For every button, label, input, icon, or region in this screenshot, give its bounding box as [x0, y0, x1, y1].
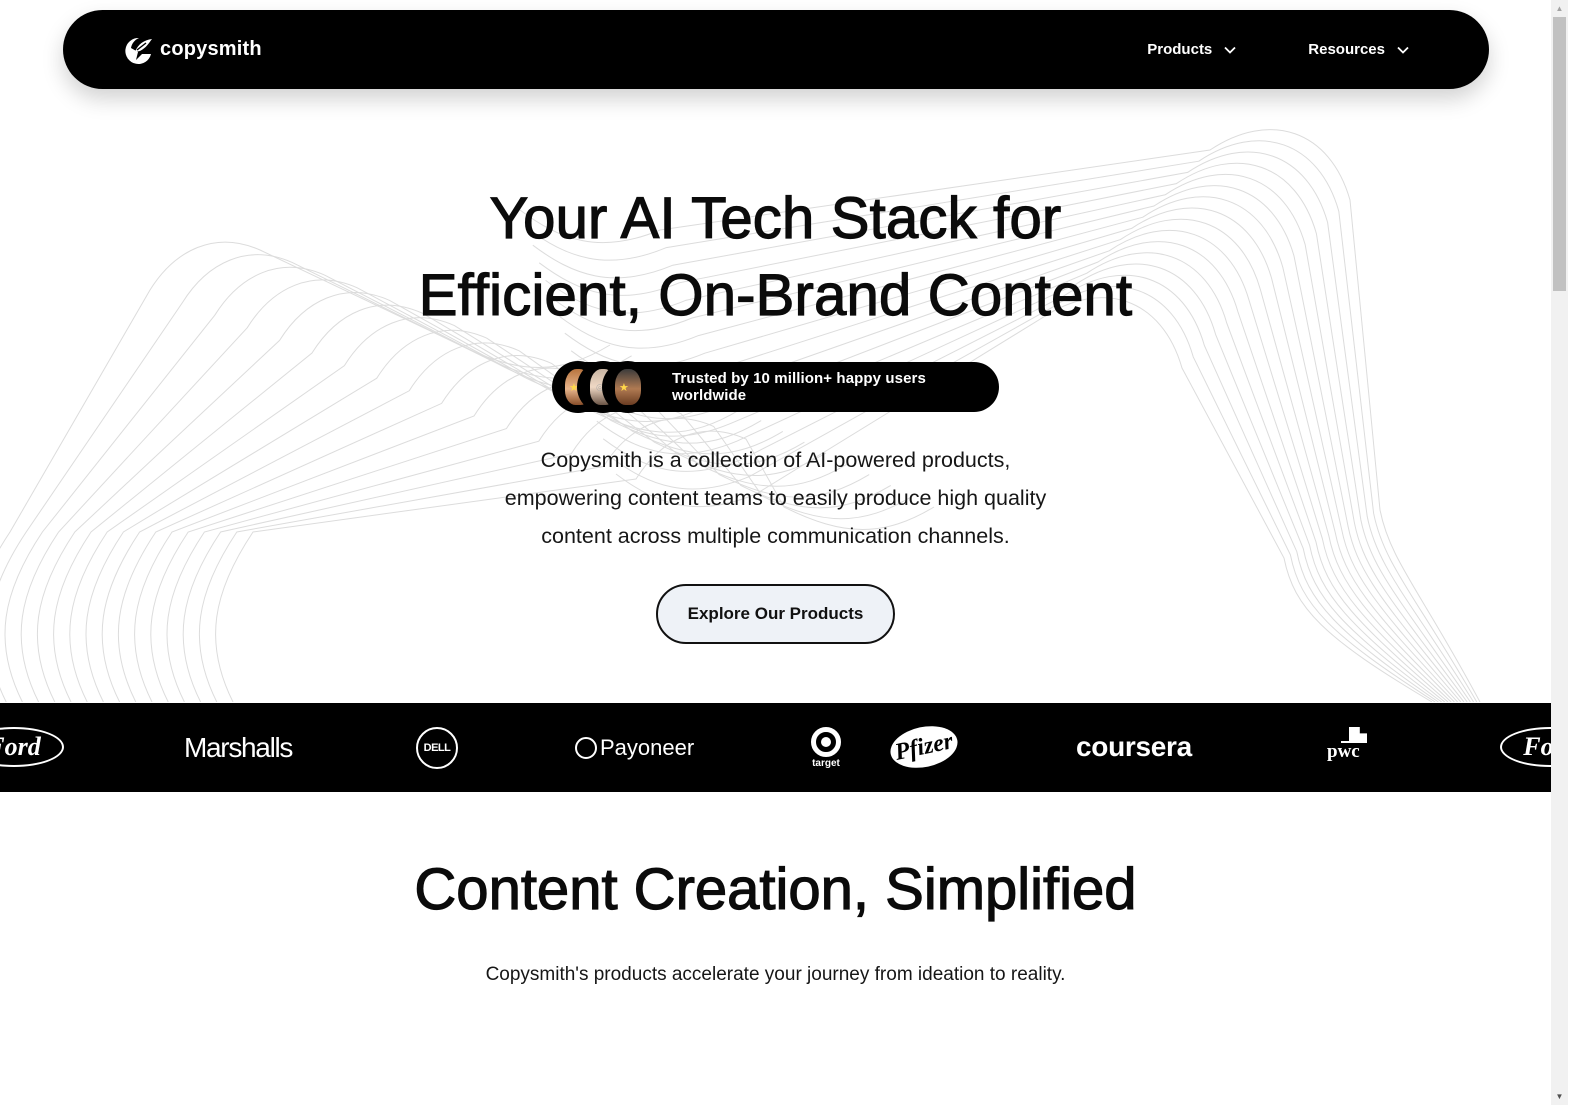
- dell-logo-text: DELL: [423, 742, 451, 754]
- window-edge: [1568, 0, 1584, 1105]
- avatar: ★: [603, 362, 653, 412]
- coursera-logo: coursera: [1076, 729, 1192, 765]
- trust-badge: ★ ◎ ★ Trusted by 10 million+ happy users…: [553, 362, 999, 412]
- scrollbar-thumb[interactable]: [1553, 17, 1566, 291]
- hero-description-line-1: Copysmith is a collection of AI-powered …: [540, 448, 1011, 472]
- hero-title-line-1: Your AI Tech Stack for: [489, 185, 1062, 251]
- ford-logo: Ford: [0, 727, 64, 767]
- target-bullseye-icon: [811, 727, 841, 757]
- ford-logo: Ford: [1500, 727, 1551, 767]
- nav-resources-dropdown[interactable]: Resources: [1308, 41, 1409, 58]
- navbar: copysmith Products Resources: [63, 10, 1489, 89]
- hero-description-line-2: empowering content teams to easily produ…: [504, 486, 1047, 510]
- ford-logo-text: Ford: [1523, 732, 1551, 761]
- target-logo: target: [811, 727, 841, 769]
- copysmith-logo-icon: [125, 37, 152, 64]
- customer-logo-strip: Ford Marshalls DELL Payoneer target Pfiz…: [0, 703, 1551, 792]
- nav-resources-label: Resources: [1308, 41, 1385, 58]
- payoneer-ring-icon: [575, 737, 597, 759]
- chevron-down-icon: [1224, 46, 1236, 54]
- marshalls-logo: Marshalls: [184, 729, 293, 767]
- chevron-down-icon: [1397, 46, 1409, 54]
- scroll-down-arrow-icon[interactable]: ▼: [1551, 1088, 1568, 1105]
- brand-name: copysmith: [160, 38, 262, 60]
- explore-products-button[interactable]: Explore Our Products: [656, 584, 895, 644]
- nav-menu: Products Resources: [1147, 41, 1409, 58]
- avatar-stack: ★ ◎ ★: [553, 362, 653, 412]
- coursera-logo-text: coursera: [1076, 731, 1192, 762]
- ford-logo-text: Ford: [0, 732, 41, 761]
- pwc-logo-text: pwc: [1327, 741, 1360, 762]
- pfizer-logo: Pfizer: [886, 720, 962, 774]
- logo-link[interactable]: copysmith: [122, 34, 262, 66]
- payoneer-logo: Payoneer: [575, 733, 694, 763]
- payoneer-logo-text: Payoneer: [600, 735, 695, 760]
- marshalls-logo-text: Marshalls: [184, 732, 293, 763]
- scroll-up-arrow-icon[interactable]: ▲: [1551, 0, 1568, 17]
- target-logo-text: target: [812, 758, 840, 769]
- section-title: Content Creation, Simplified: [414, 856, 1137, 922]
- hero-description: Copysmith is a collection of AI-powered …: [0, 441, 1551, 555]
- pwc-logo: pwc: [1327, 727, 1367, 761]
- memoji-woman-dark-icon: ★: [615, 369, 641, 405]
- hero-description-line-3: content across multiple communication ch…: [541, 524, 1010, 548]
- trust-badge-text: Trusted by 10 million+ happy users world…: [672, 370, 926, 404]
- nav-products-label: Products: [1147, 41, 1213, 58]
- nav-products-dropdown[interactable]: Products: [1147, 41, 1236, 58]
- vertical-scrollbar[interactable]: ▲ ▼: [1551, 0, 1568, 1105]
- hero-title: Your AI Tech Stack for Efficient, On-Bra…: [0, 180, 1551, 334]
- hero-title-line-2: Efficient, On-Brand Content: [418, 262, 1133, 328]
- dell-logo: DELL: [416, 727, 458, 769]
- section-subtitle: Copysmith's products accelerate your jou…: [485, 964, 1066, 985]
- pwc-blocks-icon: [1341, 727, 1367, 743]
- page: copysmith Products Resources Your AI Tec…: [0, 0, 1551, 1105]
- pfizer-logo-text: Pfizer: [892, 727, 956, 766]
